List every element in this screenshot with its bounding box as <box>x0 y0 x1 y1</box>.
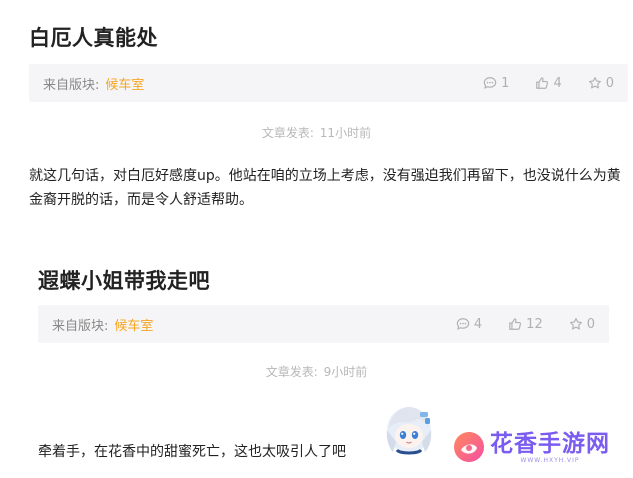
post-title[interactable]: 遐蝶小姐带我走吧 <box>38 265 210 295</box>
star-icon <box>588 77 601 89</box>
time-value: 9小时前 <box>323 365 368 379</box>
post-meta-bar: 来自版块: 候车室 1 4 0 <box>29 64 628 102</box>
source-board-link[interactable]: 候车室 <box>105 74 144 93</box>
comment-icon <box>456 318 470 330</box>
favorite-count[interactable]: 0 <box>569 317 595 332</box>
star-icon <box>569 318 582 330</box>
source-label: 来自版块: <box>43 77 100 93</box>
post-time: 文章发表: 9小时前 <box>0 363 633 380</box>
like-count-value: 12 <box>526 316 543 332</box>
site-watermark: 花香手游网 WWW.HXYH.VIP <box>452 430 610 464</box>
post-time: 文章发表: 11小时前 <box>0 124 633 141</box>
watermark-title: 花香手游网 <box>490 430 610 457</box>
sticker-image <box>386 407 432 455</box>
comment-count-value: 4 <box>473 316 483 332</box>
time-value: 11小时前 <box>319 126 372 140</box>
source-board-link[interactable]: 候车室 <box>114 315 153 334</box>
time-label: 文章发表: <box>261 126 314 140</box>
thumbs-up-icon <box>536 77 549 89</box>
comment-count-value: 1 <box>501 75 510 91</box>
favorite-count[interactable]: 0 <box>588 76 614 91</box>
favorite-count-value: 0 <box>605 75 614 91</box>
flower-logo-icon <box>454 432 484 462</box>
post-stats: 4 12 0 <box>456 317 595 332</box>
post-content: 牵着手，在花香中的甜蜜死亡，这也太吸引人了吧 <box>38 444 346 460</box>
comment-count[interactable]: 4 <box>456 317 482 332</box>
comment-count[interactable]: 1 <box>483 76 509 91</box>
like-count-value: 4 <box>553 75 562 91</box>
thumbs-up-icon <box>509 318 522 330</box>
post-stats: 1 4 0 <box>483 76 614 91</box>
post-title[interactable]: 白厄人真能处 <box>29 22 158 52</box>
source-label: 来自版块: <box>52 318 109 334</box>
post-meta-bar: 来自版块: 候车室 4 12 0 <box>38 305 609 343</box>
post-content: 就这几句话，对白厄好感度up。他站在咱的立场上考虑，没有强迫我们再留下，也没说什… <box>29 168 621 208</box>
like-count[interactable]: 12 <box>508 317 543 332</box>
watermark-text: 花香手游网 WWW.HXYH.VIP <box>490 431 610 464</box>
watermark-subtitle: WWW.HXYH.VIP <box>520 456 580 464</box>
time-label: 文章发表: <box>265 365 318 379</box>
comment-icon <box>483 77 497 89</box>
favorite-count-value: 0 <box>586 316 595 332</box>
like-count[interactable]: 4 <box>535 75 562 91</box>
